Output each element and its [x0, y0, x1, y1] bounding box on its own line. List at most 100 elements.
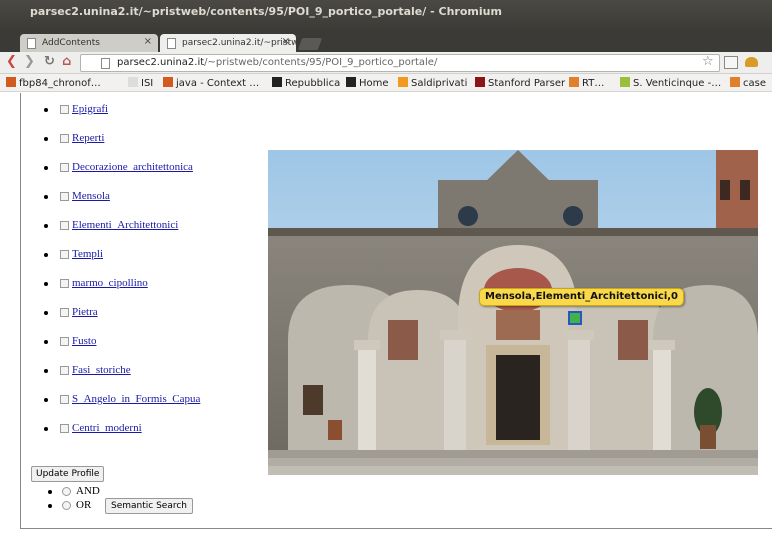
- forward-button[interactable]: ❯: [24, 54, 35, 69]
- java-icon: [6, 77, 16, 87]
- address-bar[interactable]: parsec2.unina2.it/~pristweb/contents/95/…: [80, 54, 720, 72]
- bookmark-label: RT…: [582, 78, 605, 89]
- category-checkbox[interactable]: [60, 134, 69, 143]
- bookmarks-bar: fbp84_chronof… ISI java - Context … Repubbl…: [0, 74, 772, 92]
- bookmark-item[interactable]: RT…: [569, 77, 604, 89]
- category-checkbox[interactable]: [60, 250, 69, 259]
- category-link[interactable]: Centri_moderni: [72, 422, 142, 434]
- tab-addcontents[interactable]: AddContents ×: [20, 34, 158, 52]
- category-link[interactable]: Mensola: [72, 190, 110, 202]
- operator-and[interactable]: AND: [48, 485, 100, 499]
- category-checkbox[interactable]: [60, 192, 69, 201]
- reload-button[interactable]: ↻: [44, 54, 55, 69]
- category-link[interactable]: marmo_cipollino: [72, 277, 148, 289]
- url-host: parsec2.unina2.it: [117, 57, 205, 68]
- list-bullet: [44, 369, 48, 373]
- close-tab-icon[interactable]: ×: [144, 36, 152, 47]
- update-profile-button[interactable]: Update Profile: [31, 466, 105, 482]
- category-link[interactable]: Reperti: [72, 132, 104, 144]
- bookmark-item[interactable]: S. Venticinque -…: [620, 77, 721, 89]
- bookmark-label: S. Venticinque -…: [633, 78, 722, 89]
- extension-icon[interactable]: [745, 57, 758, 67]
- annotation-tooltip: Mensola,Elementi_Architettonici,0: [479, 288, 685, 306]
- home-icon: [346, 77, 356, 87]
- folder-icon: [569, 77, 579, 87]
- or-radio[interactable]: [62, 501, 71, 510]
- folder-icon: [730, 77, 740, 87]
- category-checkbox[interactable]: [60, 279, 69, 288]
- list-bullet: [48, 490, 52, 494]
- operator-list: AND OR: [48, 485, 100, 513]
- bookmark-item[interactable]: Saldiprivati: [398, 77, 467, 89]
- operator-label: AND: [76, 485, 100, 497]
- star-icon: [620, 77, 630, 87]
- bookmark-label: java - Context …: [176, 78, 260, 89]
- and-radio[interactable]: [62, 487, 71, 496]
- bookmark-label: Home: [359, 78, 389, 89]
- operator-label: OR: [76, 499, 92, 511]
- bookmark-item[interactable]: Stanford Parser: [475, 77, 565, 89]
- tab-parsec[interactable]: parsec2.unina2.it/~pristw ×: [160, 34, 296, 52]
- page-icon: [128, 77, 138, 87]
- category-link[interactable]: S_Angelo_in_Formis_Capua: [72, 393, 200, 405]
- list-bullet: [44, 340, 48, 344]
- list-bullet: [44, 195, 48, 199]
- bookmark-item[interactable]: fbp84_chronof…: [6, 77, 101, 89]
- new-tab-button[interactable]: [297, 38, 323, 50]
- repubblica-icon: [272, 77, 282, 87]
- gmail-icon[interactable]: [724, 56, 738, 69]
- annotation-marker[interactable]: [568, 311, 582, 325]
- bookmark-item[interactable]: Repubblica: [272, 77, 340, 89]
- browser-toolbar: ❮ ❯ ↻ ⌂ parsec2.unina2.it/~pristweb/cont…: [0, 52, 772, 74]
- window-title: parsec2.unina2.it/~pristweb/contents/95/…: [30, 5, 502, 18]
- tab-strip: AddContents × parsec2.unina2.it/~pristw …: [0, 32, 772, 52]
- list-bullet: [44, 311, 48, 315]
- bookmark-star-icon[interactable]: ☆: [702, 54, 714, 69]
- window-title-bar: parsec2.unina2.it/~pristweb/contents/95/…: [0, 0, 772, 32]
- url-path: /~pristweb/contents/95/POI_9_portico_por…: [204, 57, 438, 68]
- list-bullet: [44, 224, 48, 228]
- tab-label: parsec2.unina2.it/~pristw: [182, 38, 296, 48]
- page-icon: [167, 38, 176, 49]
- home-button[interactable]: ⌂: [62, 54, 71, 69]
- back-button[interactable]: ❮: [6, 54, 17, 69]
- list-bullet: [44, 166, 48, 170]
- list-bullet: [44, 282, 48, 286]
- category-link[interactable]: Elementi_Architettonici: [72, 219, 178, 231]
- church-portico-photo[interactable]: [268, 150, 758, 475]
- category-checkbox[interactable]: [60, 308, 69, 317]
- category-checkbox[interactable]: [60, 337, 69, 346]
- bookmark-item[interactable]: case: [730, 77, 766, 89]
- page-icon: [27, 38, 36, 49]
- semantic-search-button[interactable]: Semantic Search: [105, 498, 193, 514]
- operator-or[interactable]: OR: [48, 499, 100, 513]
- category-checkbox[interactable]: [60, 105, 69, 114]
- list-bullet: [48, 504, 52, 508]
- bookmark-label: Saldiprivati: [411, 78, 468, 89]
- category-checkbox[interactable]: [60, 424, 69, 433]
- bookmark-item[interactable]: java - Context …: [163, 77, 259, 89]
- category-link[interactable]: Templi: [72, 248, 103, 260]
- list-bullet: [44, 253, 48, 257]
- category-link[interactable]: Fusto: [72, 335, 96, 347]
- tab-label: AddContents: [42, 38, 100, 48]
- category-checkbox[interactable]: [60, 395, 69, 404]
- category-link[interactable]: Epigrafi: [72, 103, 108, 115]
- stanford-icon: [475, 77, 485, 87]
- list-bullet: [44, 398, 48, 402]
- bookmark-item[interactable]: ISI: [128, 77, 153, 89]
- close-tab-icon[interactable]: ×: [282, 36, 290, 47]
- java-icon: [163, 77, 173, 87]
- bookmark-label: ISI: [141, 78, 154, 89]
- category-checkbox[interactable]: [60, 221, 69, 230]
- bookmark-item[interactable]: Home: [346, 77, 389, 89]
- category-checkbox[interactable]: [60, 163, 69, 172]
- category-checkbox[interactable]: [60, 366, 69, 375]
- bookmark-label: case: [743, 78, 766, 89]
- saldiprivati-icon: [398, 77, 408, 87]
- category-link[interactable]: Decorazione_architettonica: [72, 161, 193, 173]
- bookmark-label: Stanford Parser: [488, 78, 566, 89]
- category-link[interactable]: Fasi_storiche: [72, 364, 131, 376]
- category-link[interactable]: Pietra: [72, 306, 98, 318]
- page-content: Epigrafi Reperti Decorazione_architettonic…: [0, 93, 772, 534]
